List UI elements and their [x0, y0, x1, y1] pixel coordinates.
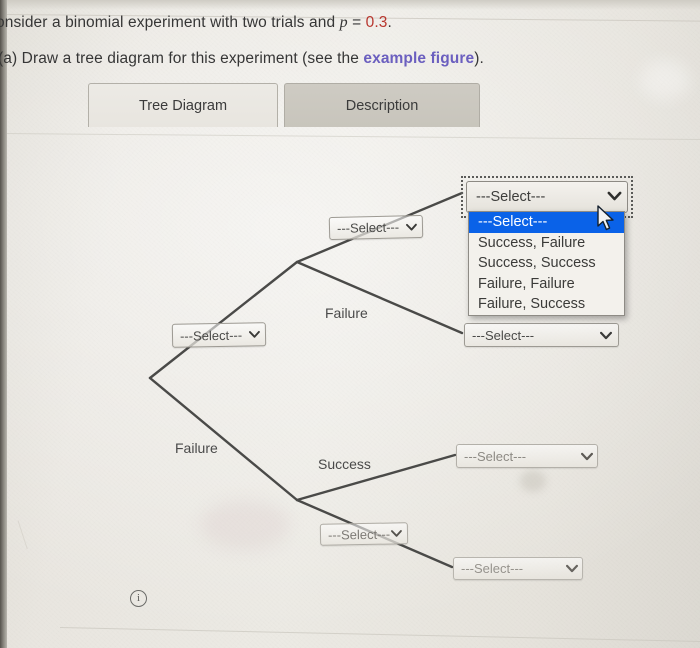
mouse-pointer-icon [597, 205, 614, 231]
info-icon[interactable]: i [130, 590, 147, 607]
branch-label-success-lower: Success [318, 456, 371, 472]
chevron-down-icon [599, 329, 612, 342]
chevron-down-icon [405, 220, 418, 233]
branch-root-upper [148, 260, 299, 380]
tab-tree-diagram-label: Tree Diagram [138, 97, 228, 114]
root-select-value: ---Select--- [179, 327, 243, 344]
leaf-1-select-value: ---Select--- [476, 189, 546, 205]
leaf-2-select-value: ---Select--- [472, 327, 535, 343]
chevron-down-icon [248, 328, 261, 341]
lower-node-select[interactable]: ---Select--- [319, 522, 409, 546]
dropdown-option[interactable]: Success, Failure [469, 233, 624, 254]
tab-description-label: Description [345, 97, 419, 114]
dropdown-option[interactable]: Failure, Success [469, 294, 624, 315]
chevron-down-icon [607, 189, 622, 205]
root-select[interactable]: ---Select--- [171, 322, 267, 348]
leaf-4-select-value: ---Select--- [461, 561, 524, 576]
branch-upper-leaf2 [295, 260, 464, 335]
upper-node-select-value: ---Select--- [336, 219, 400, 236]
chevron-down-icon [565, 562, 578, 575]
info-icon-glyph: i [136, 592, 141, 604]
branch-label-failure-root: Failure [175, 440, 218, 456]
branch-label-failure-upper: Failure [325, 305, 368, 321]
chevron-down-icon [390, 527, 403, 540]
branch-root-lower [148, 376, 299, 502]
leaf-4-select[interactable]: ---Select--- [453, 557, 583, 580]
tab-tree-diagram[interactable]: Tree Diagram [88, 83, 278, 127]
screenshot-root: onsider a binomial experiment with two t… [0, 0, 700, 648]
leaf-3-select[interactable]: ---Select--- [456, 444, 598, 468]
dropdown-option[interactable]: Failure, Failure [469, 274, 624, 295]
upper-node-select[interactable]: ---Select--- [328, 214, 424, 241]
leaf-2-select[interactable]: ---Select--- [464, 323, 619, 347]
lower-node-select-value: ---Select--- [327, 526, 391, 543]
chevron-down-icon [580, 450, 593, 463]
dropdown-option[interactable]: Success, Success [469, 253, 624, 274]
leaf-3-select-value: ---Select--- [464, 448, 527, 464]
tab-description[interactable]: Description [284, 83, 480, 127]
